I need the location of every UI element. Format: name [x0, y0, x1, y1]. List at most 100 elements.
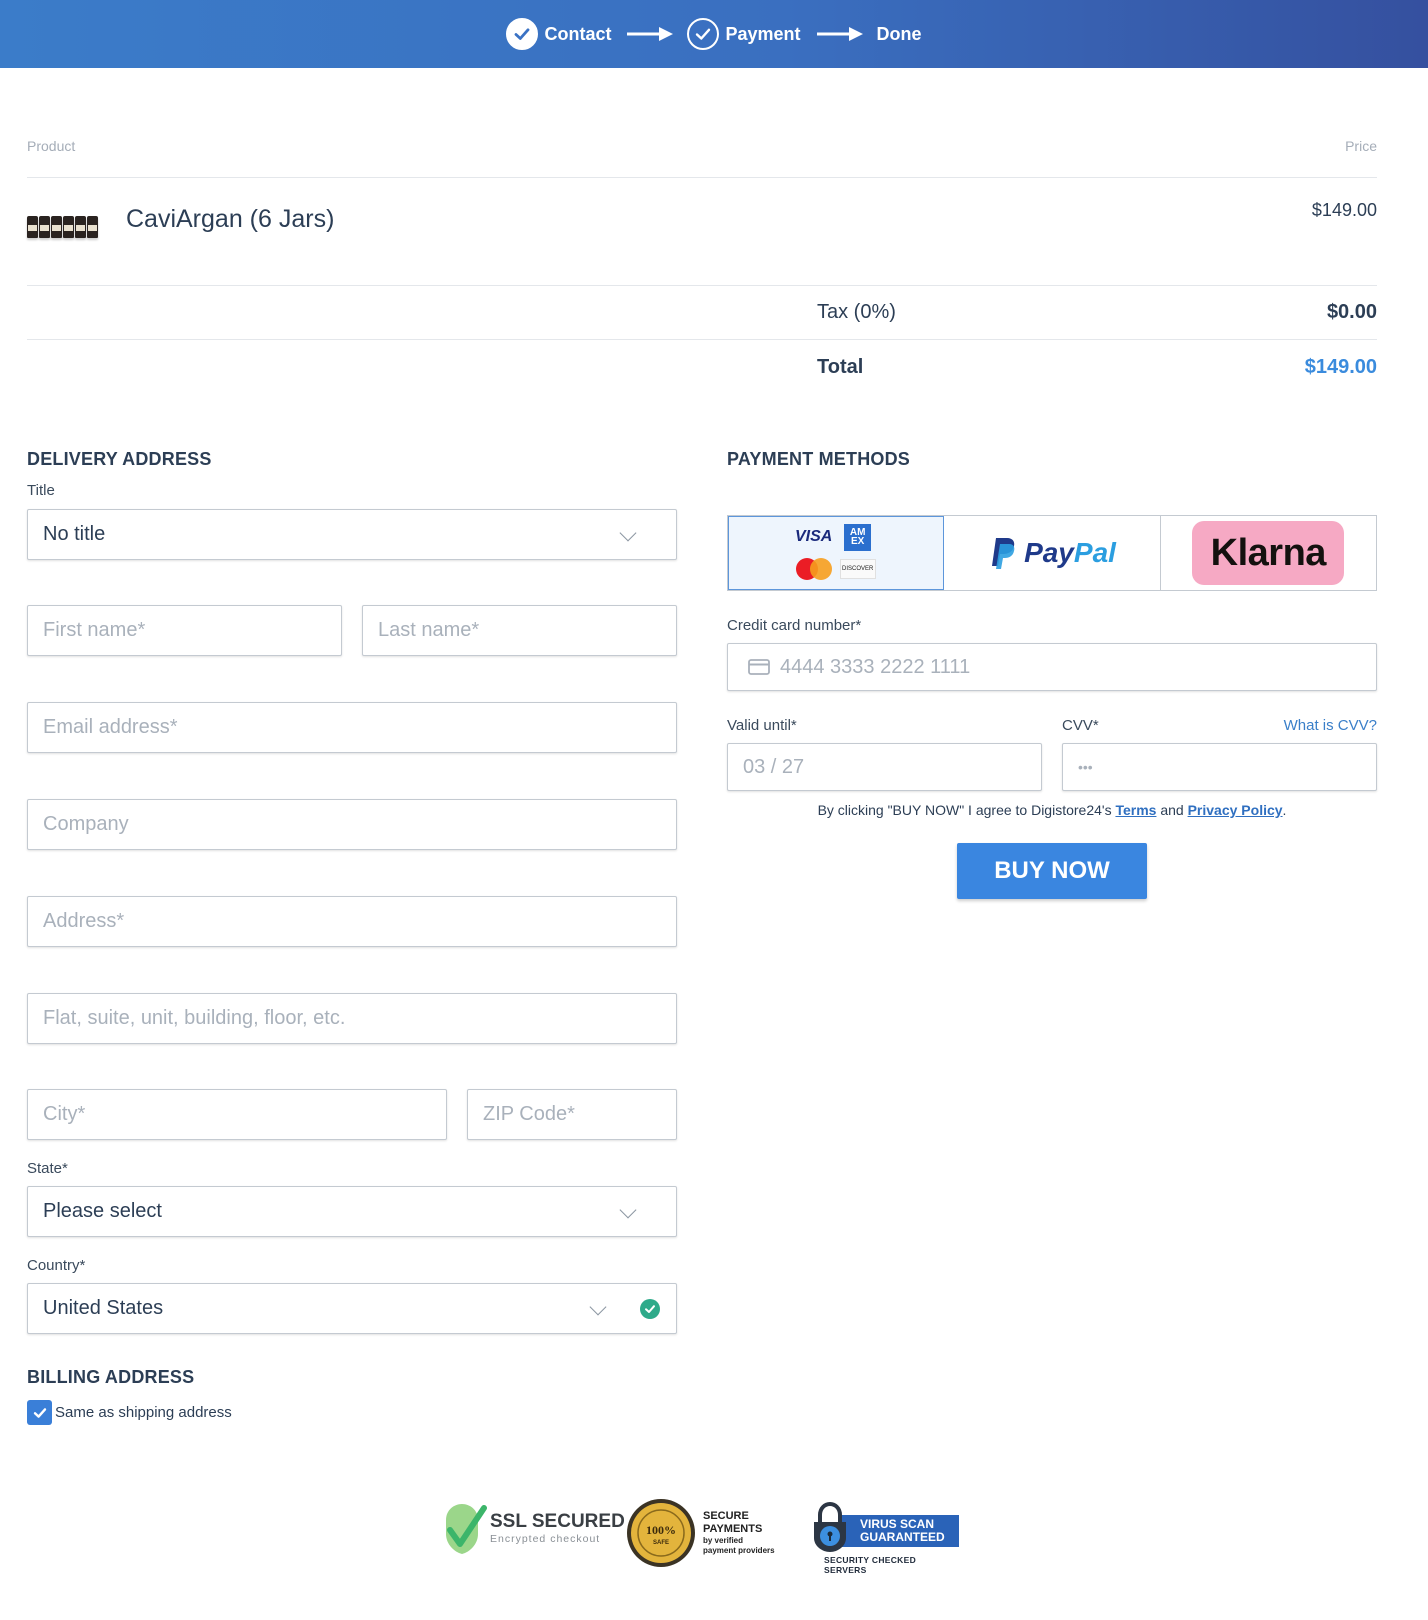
delivery-heading: DELIVERY ADDRESS	[27, 449, 212, 469]
address-placeholder: Address*	[43, 910, 125, 932]
same-as-shipping-row[interactable]: Same as shipping address	[27, 1400, 232, 1425]
visa-logo: VISA	[794, 528, 833, 545]
city-input[interactable]: City*	[27, 1089, 447, 1140]
product-image	[27, 202, 99, 238]
checkout-steps-bar: Contact Payment Done	[0, 0, 1428, 68]
email-input[interactable]: Email address*	[27, 702, 677, 753]
order-summary: Product Price CaviArgan (6 Jars) $149.00…	[27, 130, 1377, 394]
ssl-subtitle: Encrypted checkout	[490, 1533, 601, 1545]
chevron-down-icon	[619, 1201, 637, 1219]
payment-method-paypal[interactable]: Pay Pal	[944, 516, 1161, 590]
amex-logo: AM EX	[844, 523, 872, 551]
valid-until-label: Valid until*	[727, 717, 797, 734]
product-info: CaviArgan (6 Jars)	[27, 200, 334, 238]
paypal-text-pal: Pal	[1073, 537, 1116, 568]
step-label: Done	[876, 23, 922, 44]
step-payment: Payment	[687, 18, 801, 50]
what-is-cvv-link[interactable]: What is CVV?	[1284, 717, 1377, 734]
state-select[interactable]: Please select	[27, 1186, 677, 1237]
paypal-icon	[992, 538, 1015, 569]
chevron-down-icon	[619, 524, 637, 542]
secure-title-1: SECURE	[703, 1510, 749, 1522]
country-label: Country*	[27, 1257, 86, 1274]
payment-method-klarna[interactable]: Klarna	[1160, 516, 1376, 590]
step-contact: Contact	[506, 18, 611, 50]
address-input[interactable]: Address*	[27, 896, 677, 947]
chevron-down-icon	[589, 1298, 607, 1316]
cc-number-input[interactable]: 4444 3333 2222 1111	[727, 643, 1377, 691]
agree-text: By clicking "BUY NOW" I agree to Digisto…	[817, 802, 1116, 818]
virus-scan-banner: VIRUS SCAN GUARANTEED	[838, 1515, 959, 1547]
tax-value: $0.00	[1326, 301, 1377, 323]
country-select[interactable]: United States	[27, 1283, 677, 1334]
secure-sub-1: by verified	[703, 1536, 744, 1545]
col-price: Price	[1345, 138, 1377, 154]
paypal-text-pay: Pay	[1024, 537, 1074, 568]
payment-heading: PAYMENT METHODS	[727, 449, 911, 469]
virus-scan-badge: VIRUS SCAN GUARANTEED SECURITY CHECKED S…	[810, 1502, 960, 1575]
last-name-placeholder: Last name*	[378, 619, 480, 641]
seal-sub: SAFE	[653, 1540, 669, 1546]
tax-label: Tax (0%)	[817, 301, 896, 323]
seal-text: 100%	[646, 1523, 676, 1537]
agree-end: .	[1282, 802, 1287, 818]
step-label: Contact	[544, 23, 612, 44]
product-name: CaviArgan (6 Jars)	[126, 204, 335, 233]
email-placeholder: Email address*	[43, 716, 178, 738]
title-label: Title	[27, 482, 55, 499]
product-price: $149.00	[1311, 200, 1377, 220]
country-value: United States	[43, 1297, 164, 1319]
padlock-icon	[814, 1502, 846, 1552]
arrow-right-icon	[627, 27, 674, 41]
check-circle-icon	[640, 1299, 660, 1319]
tax-row: Tax (0%) $0.00	[27, 286, 1377, 340]
address2-input[interactable]: Flat, suite, unit, building, floor, etc.	[27, 993, 677, 1044]
arrow-right-icon	[816, 27, 863, 41]
trust-badges: SSL SECURED Encrypted checkout 100% SAFE…	[440, 1497, 960, 1575]
step-label: Payment	[725, 23, 801, 44]
steps: Contact Payment Done	[506, 18, 922, 50]
check-circle-icon	[506, 18, 539, 50]
city-placeholder: City*	[43, 1103, 86, 1125]
discover-logo: DISCOVER	[839, 559, 876, 579]
card-brand-logos: VISA AM EX DISCOVER	[794, 523, 878, 583]
paypal-logo: Pay Pal	[988, 536, 1116, 570]
secure-payments-badge: 100% SAFE SECURE PAYMENTS by verified pa…	[625, 1497, 775, 1569]
last-name-input[interactable]: Last name*	[362, 605, 677, 656]
same-as-shipping-label: Same as shipping address	[55, 1404, 232, 1421]
payment-method-selector: VISA AM EX DISCOVER Pay Pal Klarna	[727, 515, 1377, 591]
valid-until-input[interactable]: 03 / 27	[727, 743, 1042, 791]
col-product: Product	[27, 138, 76, 154]
first-name-placeholder: First name*	[43, 619, 146, 641]
privacy-policy-link[interactable]: Privacy Policy	[1188, 802, 1283, 818]
payment-method-cards[interactable]: VISA AM EX DISCOVER	[728, 516, 945, 590]
cvv-input[interactable]: •••	[1062, 743, 1377, 791]
check-circle-outline-icon	[687, 18, 720, 50]
total-value: $149.00	[1304, 355, 1377, 378]
order-header: Product Price	[27, 130, 1377, 178]
ssl-title: SSL SECURED	[490, 1511, 625, 1532]
klarna-logo: Klarna	[1192, 521, 1345, 585]
first-name-input[interactable]: First name*	[27, 605, 342, 656]
title-value: No title	[43, 523, 106, 545]
cc-label: Credit card number*	[727, 617, 862, 634]
secure-sub-2: payment providers	[703, 1546, 775, 1555]
cvv-label: CVV*	[1062, 717, 1099, 734]
address2-placeholder: Flat, suite, unit, building, floor, etc.	[43, 1007, 346, 1029]
zip-input[interactable]: ZIP Code*	[467, 1089, 677, 1140]
terms-link[interactable]: Terms	[1115, 802, 1156, 818]
step-done: Done	[877, 24, 922, 45]
title-select[interactable]: No title	[27, 509, 677, 560]
order-item-row: CaviArgan (6 Jars) $149.00	[27, 178, 1377, 286]
100-percent-seal-icon: 100% SAFE	[627, 1499, 695, 1567]
virus-sub: SECURITY CHECKED SERVERS	[824, 1555, 917, 1575]
terms-agreement: By clicking "BUY NOW" I agree to Digisto…	[727, 802, 1377, 818]
company-placeholder: Company	[43, 813, 129, 835]
buy-now-button[interactable]: BUY NOW	[957, 843, 1147, 899]
same-as-shipping-checkbox[interactable]	[27, 1400, 52, 1425]
billing-heading: BILLING ADDRESS	[27, 1367, 195, 1387]
agree-and: and	[1156, 802, 1188, 818]
total-label: Total	[817, 355, 864, 378]
company-input[interactable]: Company	[27, 799, 677, 850]
total-row: Total $149.00	[27, 340, 1377, 394]
